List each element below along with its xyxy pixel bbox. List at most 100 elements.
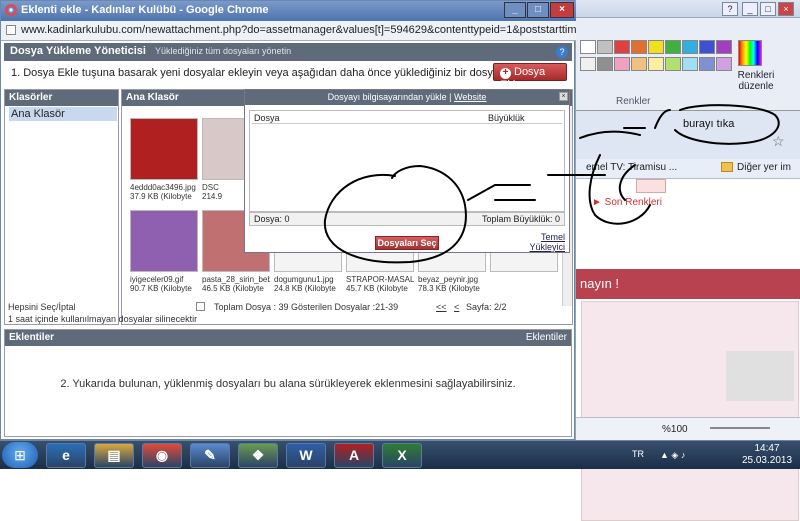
help-icon[interactable]: ? <box>556 46 568 58</box>
paint-titlebar: ? _ □ × <box>576 0 800 18</box>
close-icon[interactable]: × <box>778 2 794 16</box>
clock[interactable]: 14:47 25.03.2013 <box>738 443 796 467</box>
attachments-drop-hint[interactable]: 2. Yukarıda bulunan, yüklenmiş dosyaları… <box>5 378 571 390</box>
first-page-link[interactable]: << <box>436 302 447 312</box>
word-icon[interactable]: W <box>286 443 326 468</box>
chrome-icon[interactable]: ◉ <box>142 443 182 468</box>
color-swatch[interactable] <box>665 40 681 54</box>
select-all-toggle[interactable]: Hepsini Seç/İptal <box>8 302 76 312</box>
dialog-close-icon[interactable]: × <box>559 92 568 101</box>
page-banner: nayın ! <box>576 269 800 299</box>
manager-title: Dosya Yükleme Yöneticisi <box>10 45 146 57</box>
color-swatch[interactable] <box>614 57 630 71</box>
page-content <box>581 301 799 521</box>
thumbnail-size: 37.9 KB (Kilobyte <box>130 192 192 201</box>
page-indicator: Sayfa: 2/2 <box>466 302 507 312</box>
color-swatch[interactable] <box>682 57 698 71</box>
color-swatch[interactable] <box>648 57 664 71</box>
pencil-image <box>636 179 666 193</box>
total-size: Toplam Büyüklük: 0 <box>481 214 560 224</box>
thumbnail-image <box>130 210 198 272</box>
paint-help-icon[interactable]: ? <box>722 2 738 16</box>
color-swatch[interactable] <box>648 40 664 54</box>
upload-dialog-titlebar: Dosyayı bilgisayarından yükle | Website <box>245 90 569 105</box>
tray-icons[interactable]: ▲ ◈ ♪ <box>660 450 710 460</box>
header-divider <box>252 123 562 124</box>
window-title: Eklenti ekle - Kadınlar Kulübü - Google … <box>21 4 269 16</box>
basic-uploader-link[interactable]: Temel Yükleyici <box>521 232 565 252</box>
color-swatch[interactable] <box>597 57 613 71</box>
thumbnail-size: 90.7 KB (Kilobyte <box>130 284 192 293</box>
acrobat-icon[interactable]: A <box>334 443 374 468</box>
title-separator: | <box>449 92 452 102</box>
start-button[interactable]: ⊞ <box>2 442 38 468</box>
minimize-icon[interactable]: _ <box>742 2 758 16</box>
color-swatch[interactable] <box>631 57 647 71</box>
other-bookmarks[interactable]: Diğer yer im <box>737 162 791 173</box>
bookmark-item[interactable]: emel TV: Tiramisu ... <box>586 162 677 173</box>
color-swatch[interactable] <box>716 57 732 71</box>
upload-instruction: 1. Dosya Ekle tuşuna basarak yeni dosyal… <box>11 67 537 79</box>
excel-icon[interactable]: X <box>382 443 422 468</box>
content-box <box>726 351 794 401</box>
manager-header: Dosya Yükleme Yöneticisi Yüklediğiniz tü… <box>4 43 572 61</box>
manager-subtitle: Yüklediğiniz tüm dosyaları yönetin <box>155 46 292 56</box>
grid-footer: Hepsini Seç/İptal Toplam Dosya : 39 Göst… <box>4 301 572 327</box>
color-swatch[interactable] <box>699 57 715 71</box>
close-button[interactable]: × <box>550 2 574 18</box>
maximize-icon[interactable]: □ <box>760 2 776 16</box>
thumbnail-filename: dogumgunu1.jpg <box>274 275 334 284</box>
thumbnail-size: 46.5 KB (Kilobyte <box>202 284 264 293</box>
upload-summary: Dosya: 0 Toplam Büyüklük: 0 <box>249 212 565 226</box>
thumbnail-image <box>130 118 198 180</box>
color-swatch[interactable] <box>597 40 613 54</box>
thumbnail-filename: STRAPOR-MASALLAI <box>346 275 414 284</box>
maximize-button[interactable]: □ <box>527 2 549 18</box>
bookmarks-bar: emel TV: Tiramisu ... Diğer yer im <box>576 159 800 179</box>
taskbar: ⊞ e ▤ ◉ ✎ ❖ W A X TR ▲ ◈ ♪ 14:47 25.03.2013 <box>0 440 800 469</box>
thumbnail-size: 78.3 KB (Kilobyte <box>418 284 480 293</box>
color-swatch[interactable] <box>716 40 732 54</box>
paint-icon[interactable]: ✎ <box>190 443 230 468</box>
thumbnail-size: 24.8 KB (Kilobyte <box>274 284 336 293</box>
upload-file-list: Dosya Büyüklük <box>249 110 565 212</box>
thumbnail-filename: iyigeceler09.gif <box>130 275 184 284</box>
language-indicator[interactable]: TR <box>632 449 644 459</box>
page-icon <box>6 25 16 35</box>
edit-colors-label[interactable]: Renkleri düzenle <box>736 70 776 92</box>
plus-icon: + <box>500 68 511 79</box>
expire-note: 1 saat içinde kullanılmayan dosyalar sil… <box>8 314 198 324</box>
clock-time: 14:47 <box>754 443 780 454</box>
app-icon[interactable]: ❖ <box>238 443 278 468</box>
attachments-header: Eklentiler Eklentiler <box>5 330 571 346</box>
website-link[interactable]: Website <box>454 92 486 102</box>
select-all-checkbox[interactable] <box>196 302 205 311</box>
add-file-button[interactable]: + Dosya Ekle <box>493 63 567 91</box>
recent-colors-link[interactable]: ► Son Renkleri <box>592 197 662 208</box>
size-column-header: Büyüklük <box>488 113 525 123</box>
edit-colors-icon[interactable] <box>738 40 762 66</box>
select-files-button[interactable]: Dosyaları Seç <box>375 236 439 250</box>
folder-item-main[interactable]: Ana Klasör <box>9 107 117 121</box>
thumbnail-filename: beyaz_peynir.jpg <box>418 275 479 284</box>
color-swatch[interactable] <box>580 57 596 71</box>
address-bar[interactable]: www.kadinlarkulubu.com/newattachment.php… <box>1 21 576 41</box>
paint-window: ? _ □ × Renkleri düzenle Renkler ☆ emel … <box>575 0 800 521</box>
color-swatch[interactable] <box>699 40 715 54</box>
color-swatch[interactable] <box>631 40 647 54</box>
url-text[interactable]: www.kadinlarkulubu.com/newattachment.php… <box>21 24 576 36</box>
prev-page-link[interactable]: < <box>454 302 459 312</box>
explorer-icon[interactable]: ▤ <box>94 443 134 468</box>
color-swatch[interactable] <box>580 40 596 54</box>
color-swatch[interactable] <box>682 40 698 54</box>
minimize-button[interactable]: _ <box>504 2 526 18</box>
color-swatch[interactable] <box>614 40 630 54</box>
colors-group-label: Renkler <box>616 96 651 107</box>
color-swatch[interactable] <box>665 57 681 71</box>
ie-icon[interactable]: e <box>46 443 86 468</box>
upload-dialog: Dosyayı bilgisayarından yükle | Website … <box>244 89 570 253</box>
clock-date: 25.03.2013 <box>741 455 793 466</box>
star-icon[interactable]: ☆ <box>772 133 785 150</box>
upload-dialog-title: Dosyayı bilgisayarından yükle <box>327 92 447 102</box>
zoom-slider[interactable] <box>710 427 771 429</box>
